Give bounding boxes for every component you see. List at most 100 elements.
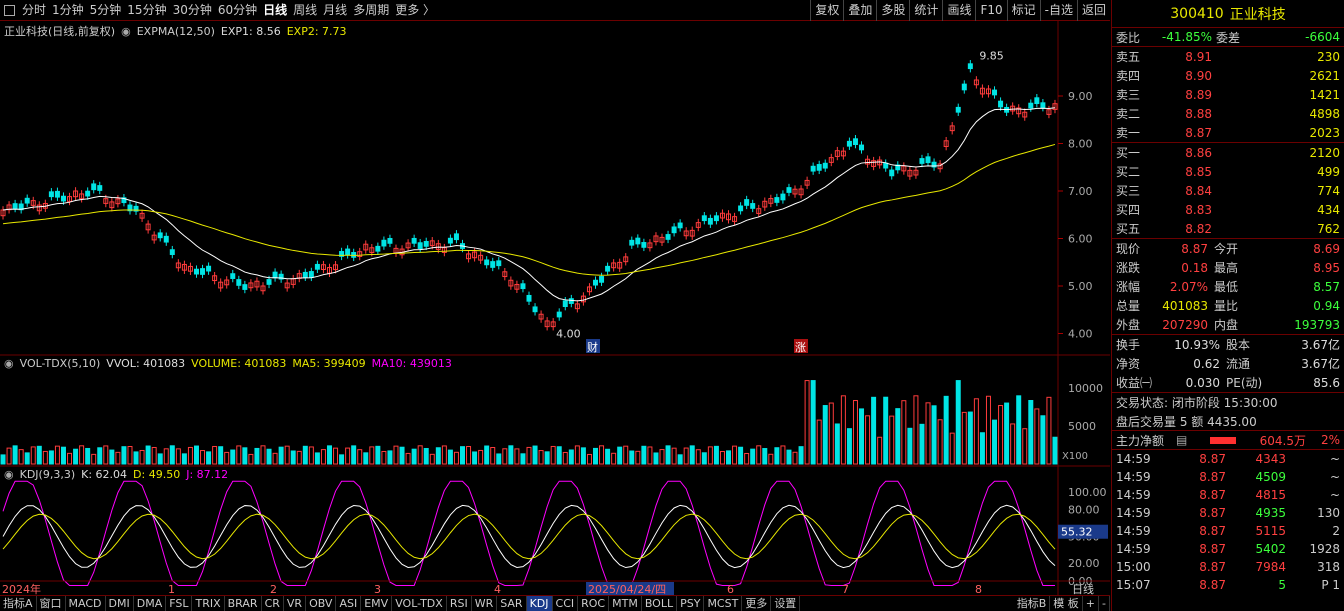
- bid-book: 买一 8.86 2120 买二 8.85 499 买三 8.84 774 买四 8.83 434 买五 8…: [1112, 143, 1344, 239]
- capital-menu-icon[interactable]: ▤: [1176, 433, 1210, 447]
- volume-bar: [732, 445, 738, 465]
- indicator-tab-2[interactable]: MACD: [66, 595, 106, 611]
- quote2-value: 0.62: [1193, 356, 1220, 371]
- indicator-tab-23[interactable]: MCST: [704, 595, 743, 611]
- bids-row[interactable]: 买三 8.84 774: [1112, 181, 1344, 200]
- volume-bar: [490, 447, 496, 465]
- indicator-tab-12[interactable]: EMV: [361, 595, 393, 611]
- asks-row[interactable]: 卖四 8.90 2621: [1112, 66, 1344, 85]
- candle-body: [206, 265, 212, 272]
- indicator-tab-15[interactable]: WR: [472, 595, 498, 611]
- toolbar-button-3[interactable]: 统计: [909, 0, 942, 21]
- candle-body: [193, 268, 199, 275]
- toolbar-button-2[interactable]: 多股: [876, 0, 909, 21]
- indicator-tab-0[interactable]: 指标A: [0, 595, 37, 611]
- quote-row: 总量 401083 量比 0.94: [1112, 296, 1344, 315]
- indicator-tab-13[interactable]: VOL-TDX: [392, 595, 447, 611]
- asks-row[interactable]: 卖一 8.87 2023: [1112, 123, 1344, 142]
- toolbar-button-5[interactable]: F10: [975, 0, 1006, 21]
- period-tab-8[interactable]: 月线: [320, 0, 350, 21]
- indicator-tab-8[interactable]: CR: [262, 595, 284, 611]
- indicator-tab-25[interactable]: 设置: [771, 595, 801, 611]
- indicator-tab-3[interactable]: DMI: [106, 595, 134, 611]
- indicator-tab-20[interactable]: MTM: [609, 595, 642, 611]
- indicator-tab-14[interactable]: RSI: [447, 595, 472, 611]
- asks-row[interactable]: 卖三 8.89 1421: [1112, 85, 1344, 104]
- indicator-tab-5[interactable]: FSL: [166, 595, 193, 611]
- bottom-right-0[interactable]: 指标B: [1014, 595, 1051, 611]
- kline-chart[interactable]: 9.00 8.00 7.00 6.00 5.00 4.00 9.85 4.00 财 涨 10000 5…: [0, 21, 1110, 596]
- toolbar-button-0[interactable]: 复权: [810, 0, 843, 21]
- indicator-tab-19[interactable]: ROC: [578, 595, 610, 611]
- indicator-tab-4[interactable]: DMA: [134, 595, 167, 611]
- tick-list[interactable]: 14:59 8.87 4343 ~14:59 8.87 4509 ~14:59 8.87 481…: [1112, 450, 1344, 594]
- volume-bar: [871, 396, 877, 465]
- indicator-gear-icon[interactable]: ◉: [121, 25, 131, 38]
- bottom-right-1[interactable]: 模 板: [1050, 595, 1083, 611]
- bids-row[interactable]: 买二 8.85 499: [1112, 162, 1344, 181]
- volume-bar: [151, 446, 157, 465]
- toolbar-button-7[interactable]: -自选: [1039, 0, 1077, 21]
- chart-area: 9.00 8.00 7.00 6.00 5.00 4.00 9.85 4.00 财 涨 10000 5…: [0, 21, 1110, 597]
- period-tab-1[interactable]: 1分钟: [49, 0, 87, 21]
- volume-bar: [967, 411, 973, 465]
- level-price: 8.84: [1185, 183, 1212, 198]
- period-tab-9[interactable]: 多周期: [350, 0, 392, 21]
- toolbar-button-4[interactable]: 画线: [942, 0, 975, 21]
- indicator-tab-24[interactable]: 更多: [742, 595, 772, 611]
- period-tab-6[interactable]: 日线: [260, 0, 290, 21]
- period-tab-0[interactable]: 分时: [19, 0, 49, 21]
- volume-bar: [18, 449, 24, 465]
- quote-row: 涨跌 0.18 最高 8.95: [1112, 258, 1344, 277]
- volume-bar: [889, 415, 895, 465]
- quote-label: 总量: [1116, 299, 1141, 313]
- volume-bar: [943, 395, 949, 465]
- app-window: 分时 1分钟 5分钟 15分钟 30分钟 60分钟 日线 周线 月线 多周期 更多 〉 复权 叠加 多股…: [0, 0, 1344, 611]
- tick-time: 14:59: [1116, 488, 1151, 502]
- volume-bar: [139, 449, 145, 465]
- indicator-tab-18[interactable]: CCI: [553, 595, 579, 611]
- indicator-tab-7[interactable]: BRAR: [225, 595, 262, 611]
- vol-title[interactable]: VOL-TDX(5,10): [20, 357, 101, 370]
- indicator-tab-1[interactable]: 窗口: [37, 595, 66, 611]
- period-label[interactable]: 日线: [1072, 582, 1094, 596]
- indicator-tab-21[interactable]: BOLL: [642, 595, 678, 611]
- toolbar-button-6[interactable]: 标记: [1006, 0, 1040, 21]
- period-tab-5[interactable]: 60分钟: [215, 0, 260, 21]
- volume-bar: [834, 423, 840, 465]
- period-tab-7[interactable]: 周线: [290, 0, 320, 21]
- indicator-tab-17[interactable]: KDJ: [526, 595, 553, 611]
- bids-row[interactable]: 买一 8.86 2120: [1112, 143, 1344, 162]
- volume-bar: [919, 423, 925, 465]
- indicator-tab-9[interactable]: VR: [284, 595, 307, 611]
- toolbar-button-8[interactable]: 返回: [1076, 0, 1110, 21]
- toolbar-button-1[interactable]: 叠加: [843, 0, 876, 21]
- volume-bar: [1052, 436, 1058, 465]
- volume-bar: [556, 446, 562, 465]
- indicator-tab-22[interactable]: PSY: [677, 595, 705, 611]
- quote2-row: 收益㈠ 0.030 PE(动) 85.6: [1112, 373, 1344, 392]
- kdj-tick-label: 80.00: [1068, 504, 1100, 517]
- bottom-right-3[interactable]: -: [1099, 595, 1110, 611]
- main-indicator[interactable]: EXPMA(12,50): [137, 25, 215, 38]
- bottom-right-2[interactable]: +: [1083, 595, 1100, 611]
- indicator-tab-11[interactable]: ASI: [336, 595, 362, 611]
- volume-bar: [768, 453, 774, 465]
- vol-gear-icon[interactable]: ◉: [4, 357, 14, 370]
- window-menu-icon[interactable]: [4, 4, 15, 16]
- asks-row[interactable]: 卖五 8.91 230: [1112, 47, 1344, 66]
- indicator-tab-6[interactable]: TRIX: [192, 595, 225, 611]
- indicator-tab-10[interactable]: OBV: [306, 595, 337, 611]
- bids-row[interactable]: 买四 8.83 434: [1112, 200, 1344, 219]
- period-tab-10[interactable]: 更多 〉: [392, 0, 438, 21]
- period-tab-4[interactable]: 30分钟: [170, 0, 215, 21]
- kdj-title[interactable]: KDJ(9,3,3): [20, 468, 76, 481]
- indicator-tab-16[interactable]: SAR: [497, 595, 527, 611]
- volume-bar: [12, 445, 18, 465]
- period-tab-3[interactable]: 15分钟: [124, 0, 169, 21]
- capital-flow-row[interactable]: 主力净额 ▤ 604.5万 2%: [1112, 431, 1344, 450]
- period-tab-2[interactable]: 5分钟: [87, 0, 125, 21]
- bids-row[interactable]: 买五 8.82 762: [1112, 219, 1344, 238]
- asks-row[interactable]: 卖二 8.88 4898: [1112, 104, 1344, 123]
- kdj-gear-icon[interactable]: ◉: [4, 468, 14, 481]
